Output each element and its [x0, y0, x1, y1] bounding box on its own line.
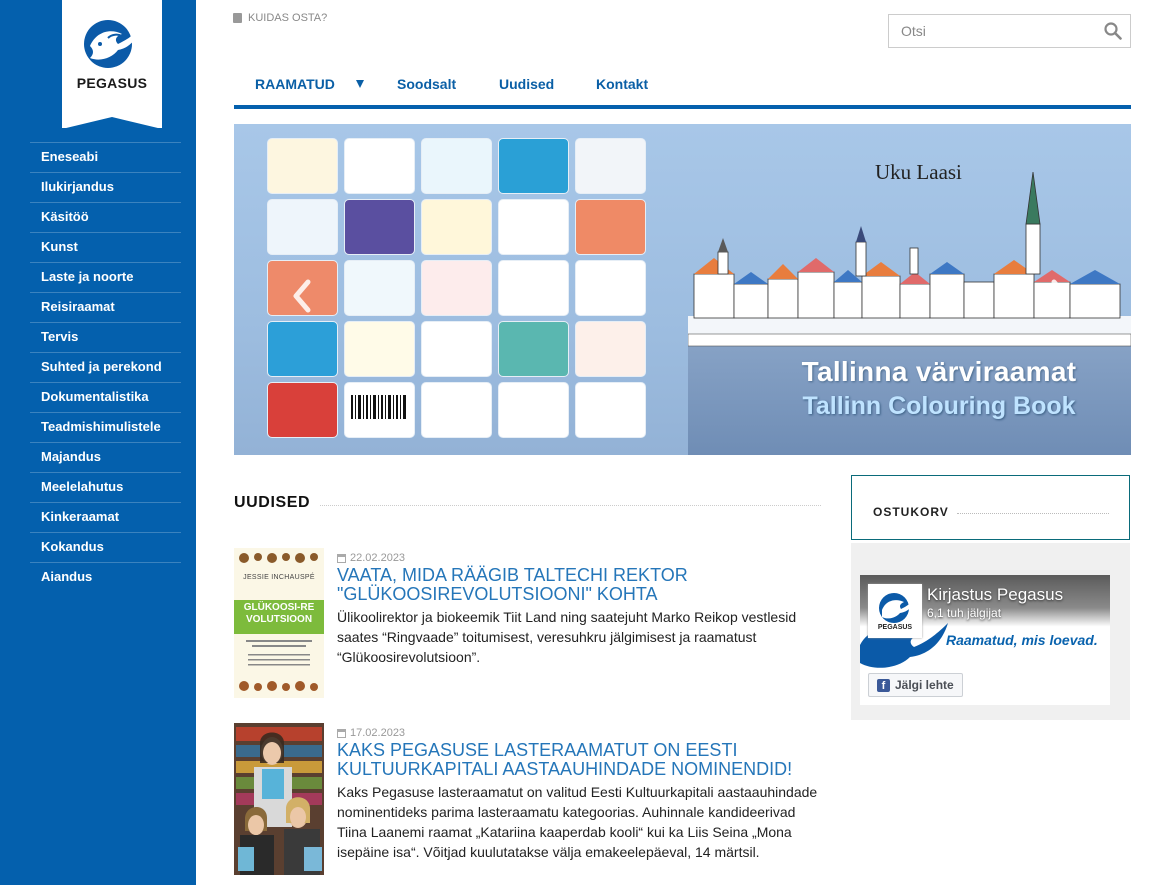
sidebar: PEGASUS Eneseabi Ilukirjandus Käsitöö Ku…: [0, 0, 196, 885]
facebook-follow-button[interactable]: f Jälgi lehte: [868, 673, 963, 697]
hero-banner[interactable]: Uku Laasi Tallinna värviraamat Tallinn C…: [234, 124, 1131, 455]
book-icon: [233, 13, 242, 23]
divider: [957, 513, 1109, 514]
sidebar-item-tervis[interactable]: Tervis: [30, 322, 181, 352]
tile: [344, 199, 415, 255]
banner-title: Tallinna värviraamat: [801, 356, 1077, 387]
banner-author: Uku Laasi: [875, 160, 962, 184]
news-thumbnail[interactable]: JESSIE INCHAUSPÉ GLÜKOOSI-REVOLUTSIOON: [234, 548, 324, 698]
avatar-text: PEGASUS: [877, 624, 913, 631]
nav-uudised[interactable]: Uudised: [499, 76, 554, 92]
sidebar-item-meelelahutus[interactable]: Meelelahutus: [30, 472, 181, 502]
tile: [267, 199, 338, 255]
logo[interactable]: PEGASUS: [62, 0, 162, 129]
tile: [421, 138, 492, 194]
tile: [498, 321, 569, 377]
sidebar-item-kunst[interactable]: Kunst: [30, 232, 181, 262]
facebook-widget-area: PEGASUS Kirjastus Pegasus 6,1 tuh jälgij…: [851, 543, 1130, 720]
how-to-buy-link[interactable]: KUIDAS OSTA?: [233, 12, 327, 24]
news-date: 17.02.2023: [337, 727, 405, 739]
sidebar-item-suhted-ja-perekond[interactable]: Suhted ja perekond: [30, 352, 181, 382]
news-section-title: UUDISED: [234, 494, 311, 511]
thumb-title: GLÜKOOSI-REVOLUTSIOON: [243, 602, 315, 625]
calendar-icon: [337, 728, 346, 738]
tile: [267, 321, 338, 377]
tile: [498, 199, 569, 255]
nav-soodsalt[interactable]: Soodsalt: [397, 76, 456, 92]
facebook-followers: 6,1 tuh jälgijat: [927, 606, 1002, 620]
tile: [344, 321, 415, 377]
tile: [344, 138, 415, 194]
tile: [344, 260, 415, 316]
category-list: Eneseabi Ilukirjandus Käsitöö Kunst Last…: [30, 142, 181, 592]
facebook-slogan: Raamatud, mis loevad.: [946, 632, 1098, 648]
sidebar-item-eneseabi[interactable]: Eneseabi: [30, 142, 181, 172]
news-title-link[interactable]: VAATA, MIDA RÄÄGIB TALTECHI REKTOR "GLÜK…: [337, 566, 822, 604]
logo-text: PEGASUS: [76, 75, 148, 91]
tile: [575, 199, 646, 255]
sidebar-item-ilukirjandus[interactable]: Ilukirjandus: [30, 172, 181, 202]
sidebar-item-aiandus[interactable]: Aiandus: [30, 562, 181, 592]
sidebar-item-majandus[interactable]: Majandus: [30, 442, 181, 472]
photo-illustration: [234, 723, 324, 875]
tile: [575, 138, 646, 194]
tile: [575, 321, 646, 377]
news-date-text: 17.02.2023: [350, 727, 406, 739]
shopping-cart-widget[interactable]: OSTUKORV: [851, 475, 1130, 540]
news-thumbnail[interactable]: [234, 723, 324, 875]
news-title-link[interactable]: KAKS PEGASUSE LASTERAAMATUT ON EESTI KUL…: [337, 741, 822, 779]
facebook-page-name[interactable]: Kirjastus Pegasus: [927, 585, 1063, 605]
tile: [498, 138, 569, 194]
tile: [421, 199, 492, 255]
tile: [421, 382, 492, 438]
banner-subtitle: Tallinn Colouring Book: [802, 392, 1076, 420]
news-item: JESSIE INCHAUSPÉ GLÜKOOSI-REVOLUTSIOON 2…: [234, 548, 824, 698]
chevron-left-icon[interactable]: [286, 274, 320, 318]
search-box: [888, 14, 1131, 48]
sidebar-item-kinkeraamat[interactable]: Kinkeraamat: [30, 502, 181, 532]
divider: [320, 505, 821, 506]
search-input[interactable]: [889, 15, 1089, 47]
sidebar-item-kokandus[interactable]: Kokandus: [30, 532, 181, 562]
tile: [575, 260, 646, 316]
nav-raamatud[interactable]: RAAMATUD: [255, 76, 335, 92]
book-back-tile: [267, 382, 338, 438]
tile: [421, 260, 492, 316]
facebook-page-plugin[interactable]: PEGASUS Kirjastus Pegasus 6,1 tuh jälgij…: [860, 575, 1110, 705]
tile: [498, 382, 569, 438]
calendar-icon: [337, 553, 346, 563]
sidebar-item-kasitoo[interactable]: Käsitöö: [30, 202, 181, 232]
nav-kontakt[interactable]: Kontakt: [596, 76, 648, 92]
facebook-avatar[interactable]: PEGASUS: [868, 584, 922, 638]
main-nav: RAAMATUD Soodsalt Uudised Kontakt: [234, 64, 1131, 109]
facebook-icon: f: [877, 679, 890, 692]
chevron-down-icon[interactable]: [356, 80, 364, 88]
sidebar-item-laste-ja-noorte[interactable]: Laste ja noorte: [30, 262, 181, 292]
pegasus-logo-icon: [879, 593, 917, 623]
search-icon[interactable]: [1104, 22, 1122, 40]
tile: [267, 138, 338, 194]
sidebar-item-dokumentalistika[interactable]: Dokumentalistika: [30, 382, 181, 412]
news-excerpt: Kaks Pegasuse lasteraamatut on valitud E…: [337, 784, 818, 860]
news-date-text: 22.02.2023: [350, 552, 406, 564]
sidebar-item-reisiraamat[interactable]: Reisiraamat: [30, 292, 181, 322]
tile: [421, 321, 492, 377]
chevron-right-icon[interactable]: [1042, 274, 1076, 318]
cart-title: OSTUKORV: [873, 505, 949, 519]
tile: [498, 260, 569, 316]
barcode-tile: [344, 382, 415, 438]
news-excerpt: Ülikoolirektor ja biokeemik Tiit Land ni…: [337, 609, 797, 665]
follow-label: Jälgi lehte: [895, 678, 954, 692]
how-to-buy-label: KUIDAS OSTA?: [248, 12, 328, 24]
pegasus-logo-icon: [84, 20, 142, 68]
news-item: 17.02.2023 KAKS PEGASUSE LASTERAAMATUT O…: [234, 723, 824, 885]
sidebar-item-teadmishimulistele[interactable]: Teadmishimulistele: [30, 412, 181, 442]
tile: [575, 382, 646, 438]
news-date: 22.02.2023: [337, 552, 405, 564]
thumb-author: JESSIE INCHAUSPÉ: [243, 574, 315, 581]
barcode-icon: [351, 395, 406, 419]
